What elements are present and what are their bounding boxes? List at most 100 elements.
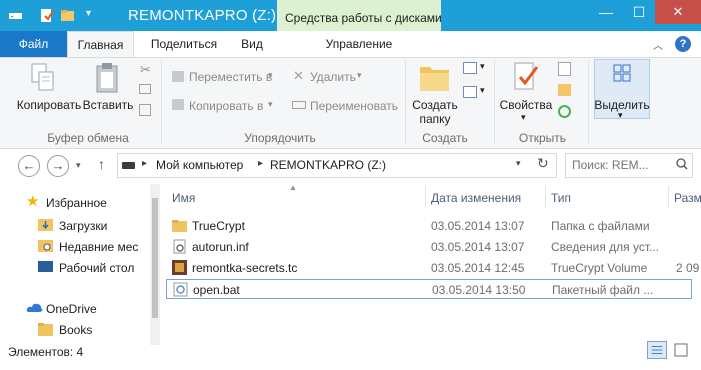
clipboard-group-label: Буфер обмена (47, 131, 129, 145)
history-icon[interactable] (558, 105, 571, 118)
properties-button[interactable]: Свойства (498, 98, 554, 112)
delete-button[interactable]: Удалить (310, 70, 356, 84)
easy-access-dropdown-icon[interactable]: ▾ (480, 85, 485, 96)
tab-file[interactable]: Файл (0, 31, 67, 58)
file-date: 03.05.2014 13:07 (431, 219, 525, 233)
table-row[interactable]: remontka-secrets.tc 03.05.2014 12:45 Tru… (166, 258, 699, 278)
recent-locations-icon[interactable]: ▾ (76, 160, 81, 171)
open-group-label: Открыть (518, 131, 567, 145)
paste-button[interactable]: Вставить (82, 98, 134, 112)
new-folder-qat-icon[interactable] (60, 8, 75, 23)
recent-places-icon (38, 240, 53, 252)
table-row[interactable]: autorun.inf 03.05.2014 13:07 Сведения дл… (166, 237, 692, 257)
tab-manage[interactable]: Управление (277, 31, 441, 58)
context-tab-group-label: Средства работы с дисками (285, 11, 442, 25)
nav-favorites[interactable]: Избранное (46, 196, 107, 210)
properties-icon (514, 62, 539, 90)
folder-icon (38, 323, 53, 336)
desktop-icon (38, 261, 53, 272)
breadcrumb-computer[interactable]: Мой компьютер (156, 158, 243, 172)
search-icon[interactable] (676, 158, 688, 170)
breadcrumb-chevron-icon[interactable]: ▸ (258, 158, 263, 169)
qat-dropdown-icon[interactable]: ▾ (86, 8, 91, 19)
file-name: autorun.inf (192, 240, 249, 254)
edit-icon[interactable] (558, 84, 571, 96)
column-header-size[interactable]: Разм (674, 191, 701, 205)
details-view-icon[interactable] (647, 341, 667, 359)
help-icon[interactable]: ? (675, 36, 691, 52)
copy-button[interactable]: Копировать (16, 98, 82, 112)
refresh-icon[interactable]: ↻ (537, 155, 549, 172)
copy-to-icon (172, 99, 184, 110)
tab-home[interactable]: Главная (67, 31, 134, 58)
new-folder-line2: папку (419, 112, 451, 126)
up-button[interactable]: ↑ (98, 156, 105, 172)
table-row[interactable]: TrueCrypt 03.05.2014 13:07 Папка с файла… (166, 216, 692, 236)
back-button[interactable]: ← (18, 155, 40, 177)
file-date: 03.05.2014 13:07 (431, 240, 525, 254)
sidebar-item-desktop[interactable]: Рабочий стол (59, 261, 134, 275)
ribbon-collapse-icon[interactable]: ︿ (653, 37, 663, 52)
tab-view[interactable]: Вид (227, 31, 277, 58)
address-dropdown-icon[interactable]: ▾ (516, 158, 521, 169)
move-to-dropdown-icon[interactable]: ▾ (268, 70, 273, 81)
sidebar-item-downloads[interactable]: Загрузки (59, 219, 107, 233)
nav-scrollbar-thumb[interactable] (152, 198, 158, 318)
file-name: TrueCrypt (192, 219, 245, 233)
column-header-name[interactable]: Имя (172, 191, 195, 205)
paste-icon (96, 63, 118, 93)
sidebar-item-recent[interactable]: Недавние мес (59, 240, 138, 254)
rename-icon (292, 101, 306, 109)
nav-onedrive[interactable]: OneDrive (46, 302, 97, 316)
group-separator (588, 60, 589, 144)
large-icons-view-icon[interactable] (671, 341, 691, 359)
properties-dropdown-icon[interactable]: ▾ (521, 112, 526, 123)
maximize-button[interactable]: ☐ (624, 0, 654, 24)
item-count: Элементов: 4 (8, 345, 84, 359)
favorites-star-icon: ★ (26, 193, 40, 210)
column-header-date[interactable]: Дата изменения (431, 191, 521, 205)
column-separator[interactable] (545, 186, 546, 208)
forward-button[interactable]: → (47, 155, 69, 177)
sidebar-item-books[interactable]: Books (59, 323, 92, 337)
delete-icon: ✕ (293, 68, 304, 83)
breadcrumb-chevron-icon[interactable]: ▸ (142, 158, 147, 169)
easy-access-icon[interactable] (463, 86, 477, 98)
search-input[interactable] (572, 158, 672, 172)
new-item-icon[interactable] (463, 62, 477, 74)
column-header-type[interactable]: Тип (551, 191, 571, 205)
cut-icon[interactable]: ✂ (140, 62, 151, 78)
move-to-button[interactable]: Переместить в (189, 70, 272, 84)
select-dropdown-icon[interactable]: ▾ (618, 110, 623, 121)
move-to-icon (172, 71, 184, 82)
copy-to-dropdown-icon[interactable]: ▾ (268, 99, 273, 110)
truecrypt-volume-icon (172, 260, 187, 275)
new-folder-icon (420, 67, 449, 91)
downloads-folder-icon (38, 219, 53, 231)
column-separator[interactable] (668, 186, 669, 208)
copy-to-button[interactable]: Копировать в (189, 99, 263, 113)
table-row[interactable]: open.bat 03.05.2014 13:50 Пакетный файл … (166, 279, 692, 299)
new-group-label: Создать (422, 131, 468, 145)
open-icon[interactable] (558, 62, 571, 76)
tab-share[interactable]: Поделиться (141, 31, 227, 58)
copy-icon (31, 63, 54, 91)
column-separator[interactable] (425, 186, 426, 208)
group-separator (405, 60, 406, 144)
minimize-button[interactable]: — (591, 0, 621, 24)
file-name: open.bat (193, 283, 240, 297)
delete-dropdown-icon[interactable]: ▾ (357, 70, 362, 81)
breadcrumb-drive[interactable]: REMONTKAPRO (Z:) (270, 158, 386, 172)
properties-qat-icon[interactable] (39, 8, 54, 23)
new-folder-button[interactable]: Создать папку (409, 98, 461, 126)
copy-path-icon[interactable] (139, 84, 151, 94)
rename-button[interactable]: Переименовать (310, 99, 398, 113)
new-item-dropdown-icon[interactable]: ▾ (480, 61, 485, 72)
close-button[interactable]: ✕ (655, 0, 701, 24)
paste-shortcut-icon[interactable] (139, 104, 151, 116)
file-type: TrueCrypt Volume (551, 261, 648, 275)
drive-icon (9, 13, 22, 19)
file-type: Сведения для уст... (551, 240, 660, 254)
file-size: 2 09 (676, 261, 700, 275)
batch-file-icon (173, 282, 188, 297)
